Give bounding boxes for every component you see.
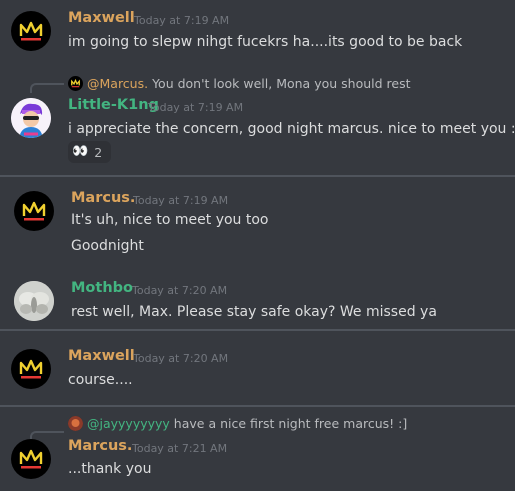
message-text: ...thank you — [68, 461, 152, 477]
crown-icon — [19, 359, 43, 379]
avatar[interactable] — [11, 98, 51, 138]
username[interactable]: Maxwell — [68, 348, 135, 364]
avatar[interactable] — [14, 191, 54, 231]
avatar[interactable] — [11, 11, 51, 51]
message-text: im going to slepw nihgt fucekrs ha....it… — [68, 34, 463, 50]
character-avatar-icon — [11, 98, 51, 138]
crown-icon — [22, 201, 46, 221]
username[interactable]: Marcus. — [68, 438, 132, 454]
timestamp: Today at 7:19 AM — [134, 14, 230, 27]
timestamp: Today at 7:19 AM — [133, 194, 229, 207]
crown-icon — [71, 78, 80, 88]
reply-connector — [30, 83, 64, 93]
reply-text: You don't look well, Mona you should res… — [152, 76, 411, 91]
reply-preview[interactable]: @Marcus. You don't look well, Mona you s… — [68, 76, 410, 91]
username[interactable]: Little-K1ng — [68, 97, 159, 113]
timestamp: Today at 7:20 AM — [132, 284, 228, 297]
username[interactable]: Marcus. — [71, 190, 135, 206]
message-divider — [0, 329, 515, 331]
reply-avatar-icon — [68, 416, 83, 431]
eyes-icon: 👀 — [72, 144, 89, 159]
timestamp: Today at 7:21 AM — [132, 442, 228, 455]
message-text: Goodnight — [71, 238, 144, 254]
moth-avatar-icon — [14, 281, 54, 321]
reaction-button[interactable]: 👀 2 — [68, 141, 111, 163]
reply-preview[interactable]: @jayyyyyyyy have a nice first night free… — [68, 416, 407, 431]
timestamp: Today at 7:19 AM — [148, 101, 244, 114]
timestamp: Today at 7:20 AM — [133, 352, 229, 365]
reply-author[interactable]: @jayyyyyyyy — [87, 416, 170, 431]
crown-icon — [19, 21, 43, 41]
message-text: course.... — [68, 372, 133, 388]
message-text: i appreciate the concern, good night mar… — [68, 121, 515, 137]
avatar[interactable] — [11, 439, 51, 479]
username[interactable]: Mothbo — [71, 280, 133, 296]
reply-text: have a nice first night free marcus! :] — [173, 416, 408, 431]
reaction-count: 2 — [94, 144, 103, 160]
reply-avatar — [68, 76, 83, 91]
message-text: It's uh, nice to meet you too — [71, 212, 269, 228]
avatar[interactable] — [14, 281, 54, 321]
avatar[interactable] — [11, 349, 51, 389]
message-divider — [0, 405, 515, 407]
username[interactable]: Maxwell — [68, 10, 135, 26]
reply-author[interactable]: @Marcus. — [87, 76, 148, 91]
reply-avatar — [68, 416, 83, 431]
message-text: rest well, Max. Please stay safe okay? W… — [71, 304, 437, 320]
message-divider — [0, 175, 515, 177]
crown-icon — [19, 449, 43, 469]
